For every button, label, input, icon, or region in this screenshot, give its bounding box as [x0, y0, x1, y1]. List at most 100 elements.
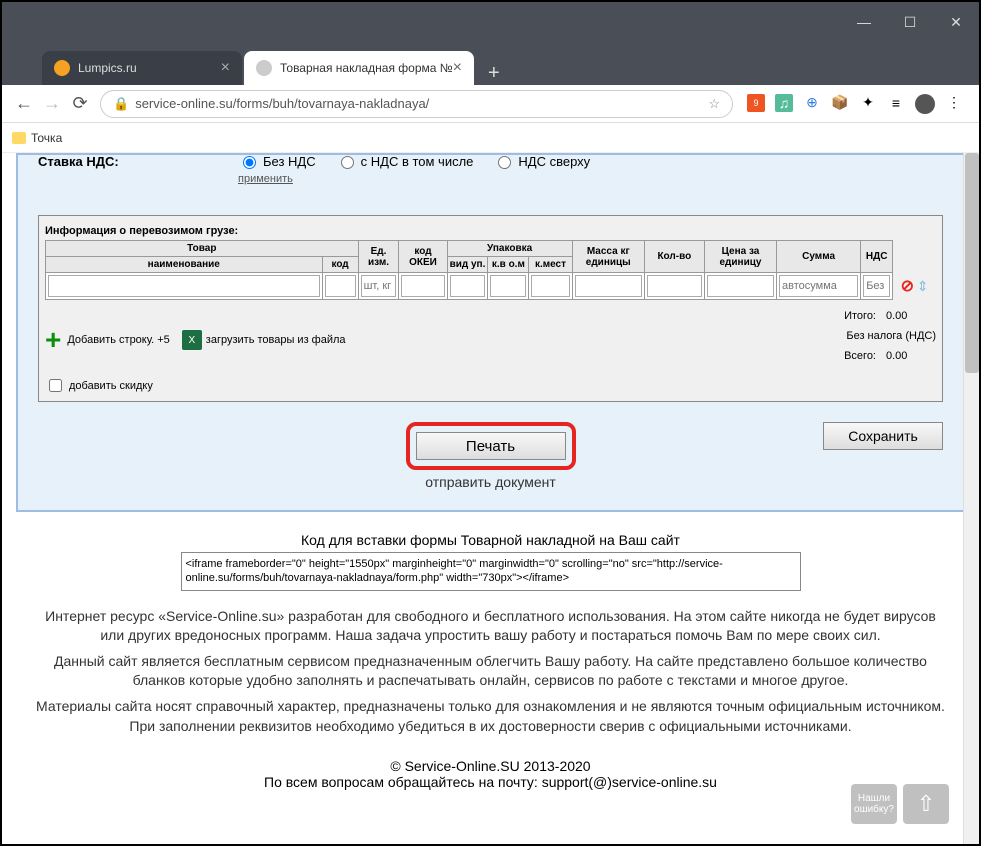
input-okei[interactable] [401, 275, 444, 297]
cargo-table: Товар Ед. изм. код ОКЕИ Упаковка Масса к… [45, 240, 936, 300]
browser-tabs: Lumpics.ru × Товарная накладная форма № … [2, 46, 979, 85]
th-unit: Ед. изм. [358, 241, 399, 273]
th-pack-type: вид уп. [447, 257, 488, 273]
new-tab-button[interactable]: + [476, 62, 512, 85]
ext-icon-5[interactable]: ≡ [887, 94, 905, 112]
footer-text: Интернет ресурс «Service-Online.su» разр… [16, 591, 965, 753]
vat-option-vat-top[interactable]: НДС сверху [493, 153, 590, 169]
copyright: © Service-Online.SU 2013-2020 По всем во… [16, 758, 965, 790]
star-icon[interactable]: ☆ [708, 96, 720, 112]
th-product: Товар [46, 241, 359, 257]
tab-close-icon[interactable]: × [221, 59, 230, 77]
table-row: ⊘ ⇕ [46, 273, 937, 300]
actions-row: + Добавить строку. +5 X загрузить товары… [45, 310, 936, 370]
button-row: Печать отправить документ Сохранить [38, 422, 943, 490]
vat-option-with-vat[interactable]: с НДС в том числе [336, 153, 474, 169]
th-nds: НДС [861, 241, 893, 273]
reload-button[interactable]: ⟳ [66, 90, 94, 118]
window-controls: — ☐ ✕ [841, 2, 979, 42]
avatar-icon[interactable] [915, 94, 935, 114]
send-document-link[interactable]: отправить документ [406, 474, 576, 490]
input-pack-type[interactable] [450, 275, 486, 297]
floating-buttons: Нашли ошибку? ⇧ [851, 784, 949, 824]
tab-close-icon[interactable]: × [453, 59, 462, 77]
input-name[interactable] [48, 275, 320, 297]
input-price[interactable] [707, 275, 774, 297]
input-nds[interactable] [863, 275, 890, 297]
url-field[interactable]: 🔒 service-online.su/forms/buh/tovarnaya-… [100, 90, 733, 118]
tab-tovarnaya[interactable]: Товарная накладная форма № × [244, 51, 474, 85]
embed-code-box[interactable]: <iframe frameborder="0" height="1550px" … [181, 552, 801, 591]
input-qty[interactable] [647, 275, 702, 297]
totals: Итого:0.00 Без налога (НДС) Всего:0.00 [844, 310, 936, 370]
discount-row: добавить скидку [45, 376, 936, 395]
vsego-value: 0.00 [886, 350, 936, 362]
extension-icons: 9 ♫ ⊕ 📦 ✦ ≡ ⋮ [739, 94, 971, 114]
radio-input[interactable] [341, 156, 354, 169]
footer-p1: Интернет ресурс «Service-Online.su» разр… [36, 607, 945, 646]
ext-icon-2[interactable]: ♫ [775, 94, 793, 112]
vat-row: Ставка НДС: Без НДС с НДС в том числе НД… [38, 153, 943, 169]
input-sum[interactable] [779, 275, 858, 297]
vsego-label: Всего: [844, 350, 876, 362]
embed-title: Код для вставки формы Товарной накладной… [16, 532, 965, 548]
discount-label: добавить скидку [69, 380, 153, 392]
maximize-button[interactable]: ☐ [887, 2, 933, 42]
scroll-thumb[interactable] [965, 153, 979, 373]
ext-icon-1[interactable]: 9 [747, 94, 765, 112]
th-okei: код ОКЕИ [399, 241, 447, 273]
embed-section: Код для вставки формы Товарной накладной… [16, 532, 965, 591]
save-button[interactable]: Сохранить [823, 422, 943, 450]
address-bar: ← → ⟳ 🔒 service-online.su/forms/buh/tova… [2, 85, 979, 123]
report-error-button[interactable]: Нашли ошибку? [851, 784, 897, 824]
th-mass: Масса кг единицы [572, 241, 644, 273]
puzzle-icon[interactable]: ✦ [859, 94, 877, 112]
back-button[interactable]: ← [10, 90, 38, 118]
print-highlight-box: Печать [406, 422, 576, 470]
cargo-title: Информация о перевозимом грузе: [45, 222, 936, 240]
input-pack-places[interactable] [531, 275, 569, 297]
vertical-scrollbar[interactable] [963, 153, 979, 844]
sort-icon[interactable]: ⇕ [917, 278, 929, 294]
apply-link[interactable]: применить [238, 173, 943, 185]
tab-label: Lumpics.ru [78, 61, 137, 75]
close-button[interactable]: ✕ [933, 2, 979, 42]
tab-label: Товарная накладная форма № [280, 61, 453, 75]
th-qty: Кол-во [644, 241, 704, 273]
input-mass[interactable] [575, 275, 642, 297]
page-content: Ставка НДС: Без НДС с НДС в том числе НД… [2, 153, 979, 844]
th-pack-in: к.в о.м [488, 257, 529, 273]
print-button[interactable]: Печать [416, 432, 566, 460]
scroll-top-button[interactable]: ⇧ [903, 784, 949, 824]
no-tax-label: Без налога (НДС) [844, 330, 936, 342]
radio-input[interactable] [498, 156, 511, 169]
bookmarks-bar: Точка [2, 123, 979, 153]
load-file-link[interactable]: загрузить товары из файла [206, 334, 346, 346]
input-code[interactable] [325, 275, 356, 297]
itogo-value: 0.00 [886, 310, 936, 322]
discount-checkbox[interactable] [49, 379, 62, 392]
cargo-panel: Информация о перевозимом грузе: Товар Ед… [38, 215, 943, 402]
input-pack-in[interactable] [490, 275, 526, 297]
contact-text: По всем вопросам обращайтесь на почту: s… [16, 774, 965, 790]
add-row-link[interactable]: Добавить строку. +5 [67, 334, 169, 346]
input-unit[interactable] [361, 275, 397, 297]
minimize-button[interactable]: — [841, 2, 887, 42]
excel-icon[interactable]: X [182, 330, 202, 350]
ext-icon-3[interactable]: ⊕ [803, 94, 821, 112]
forward-button[interactable]: → [38, 90, 66, 118]
copyright-text: © Service-Online.SU 2013-2020 [16, 758, 965, 774]
radio-input[interactable] [243, 156, 256, 169]
delete-icon[interactable]: ⊘ [901, 278, 914, 295]
ext-icon-4[interactable]: 📦 [831, 94, 849, 112]
th-package: Упаковка [447, 241, 572, 257]
menu-icon[interactable]: ⋮ [945, 94, 963, 112]
vat-option-no-vat[interactable]: Без НДС [238, 153, 316, 169]
paperclip-icon [256, 60, 272, 76]
vat-label: Ставка НДС: [38, 154, 238, 169]
bookmark-tochka[interactable]: Точка [12, 131, 62, 145]
tab-lumpics[interactable]: Lumpics.ru × [42, 51, 242, 85]
form-panel: Ставка НДС: Без НДС с НДС в том числе НД… [16, 153, 965, 512]
plus-icon[interactable]: + [45, 324, 61, 356]
footer-p2: Данный сайт является бесплатным сервисом… [36, 652, 945, 691]
